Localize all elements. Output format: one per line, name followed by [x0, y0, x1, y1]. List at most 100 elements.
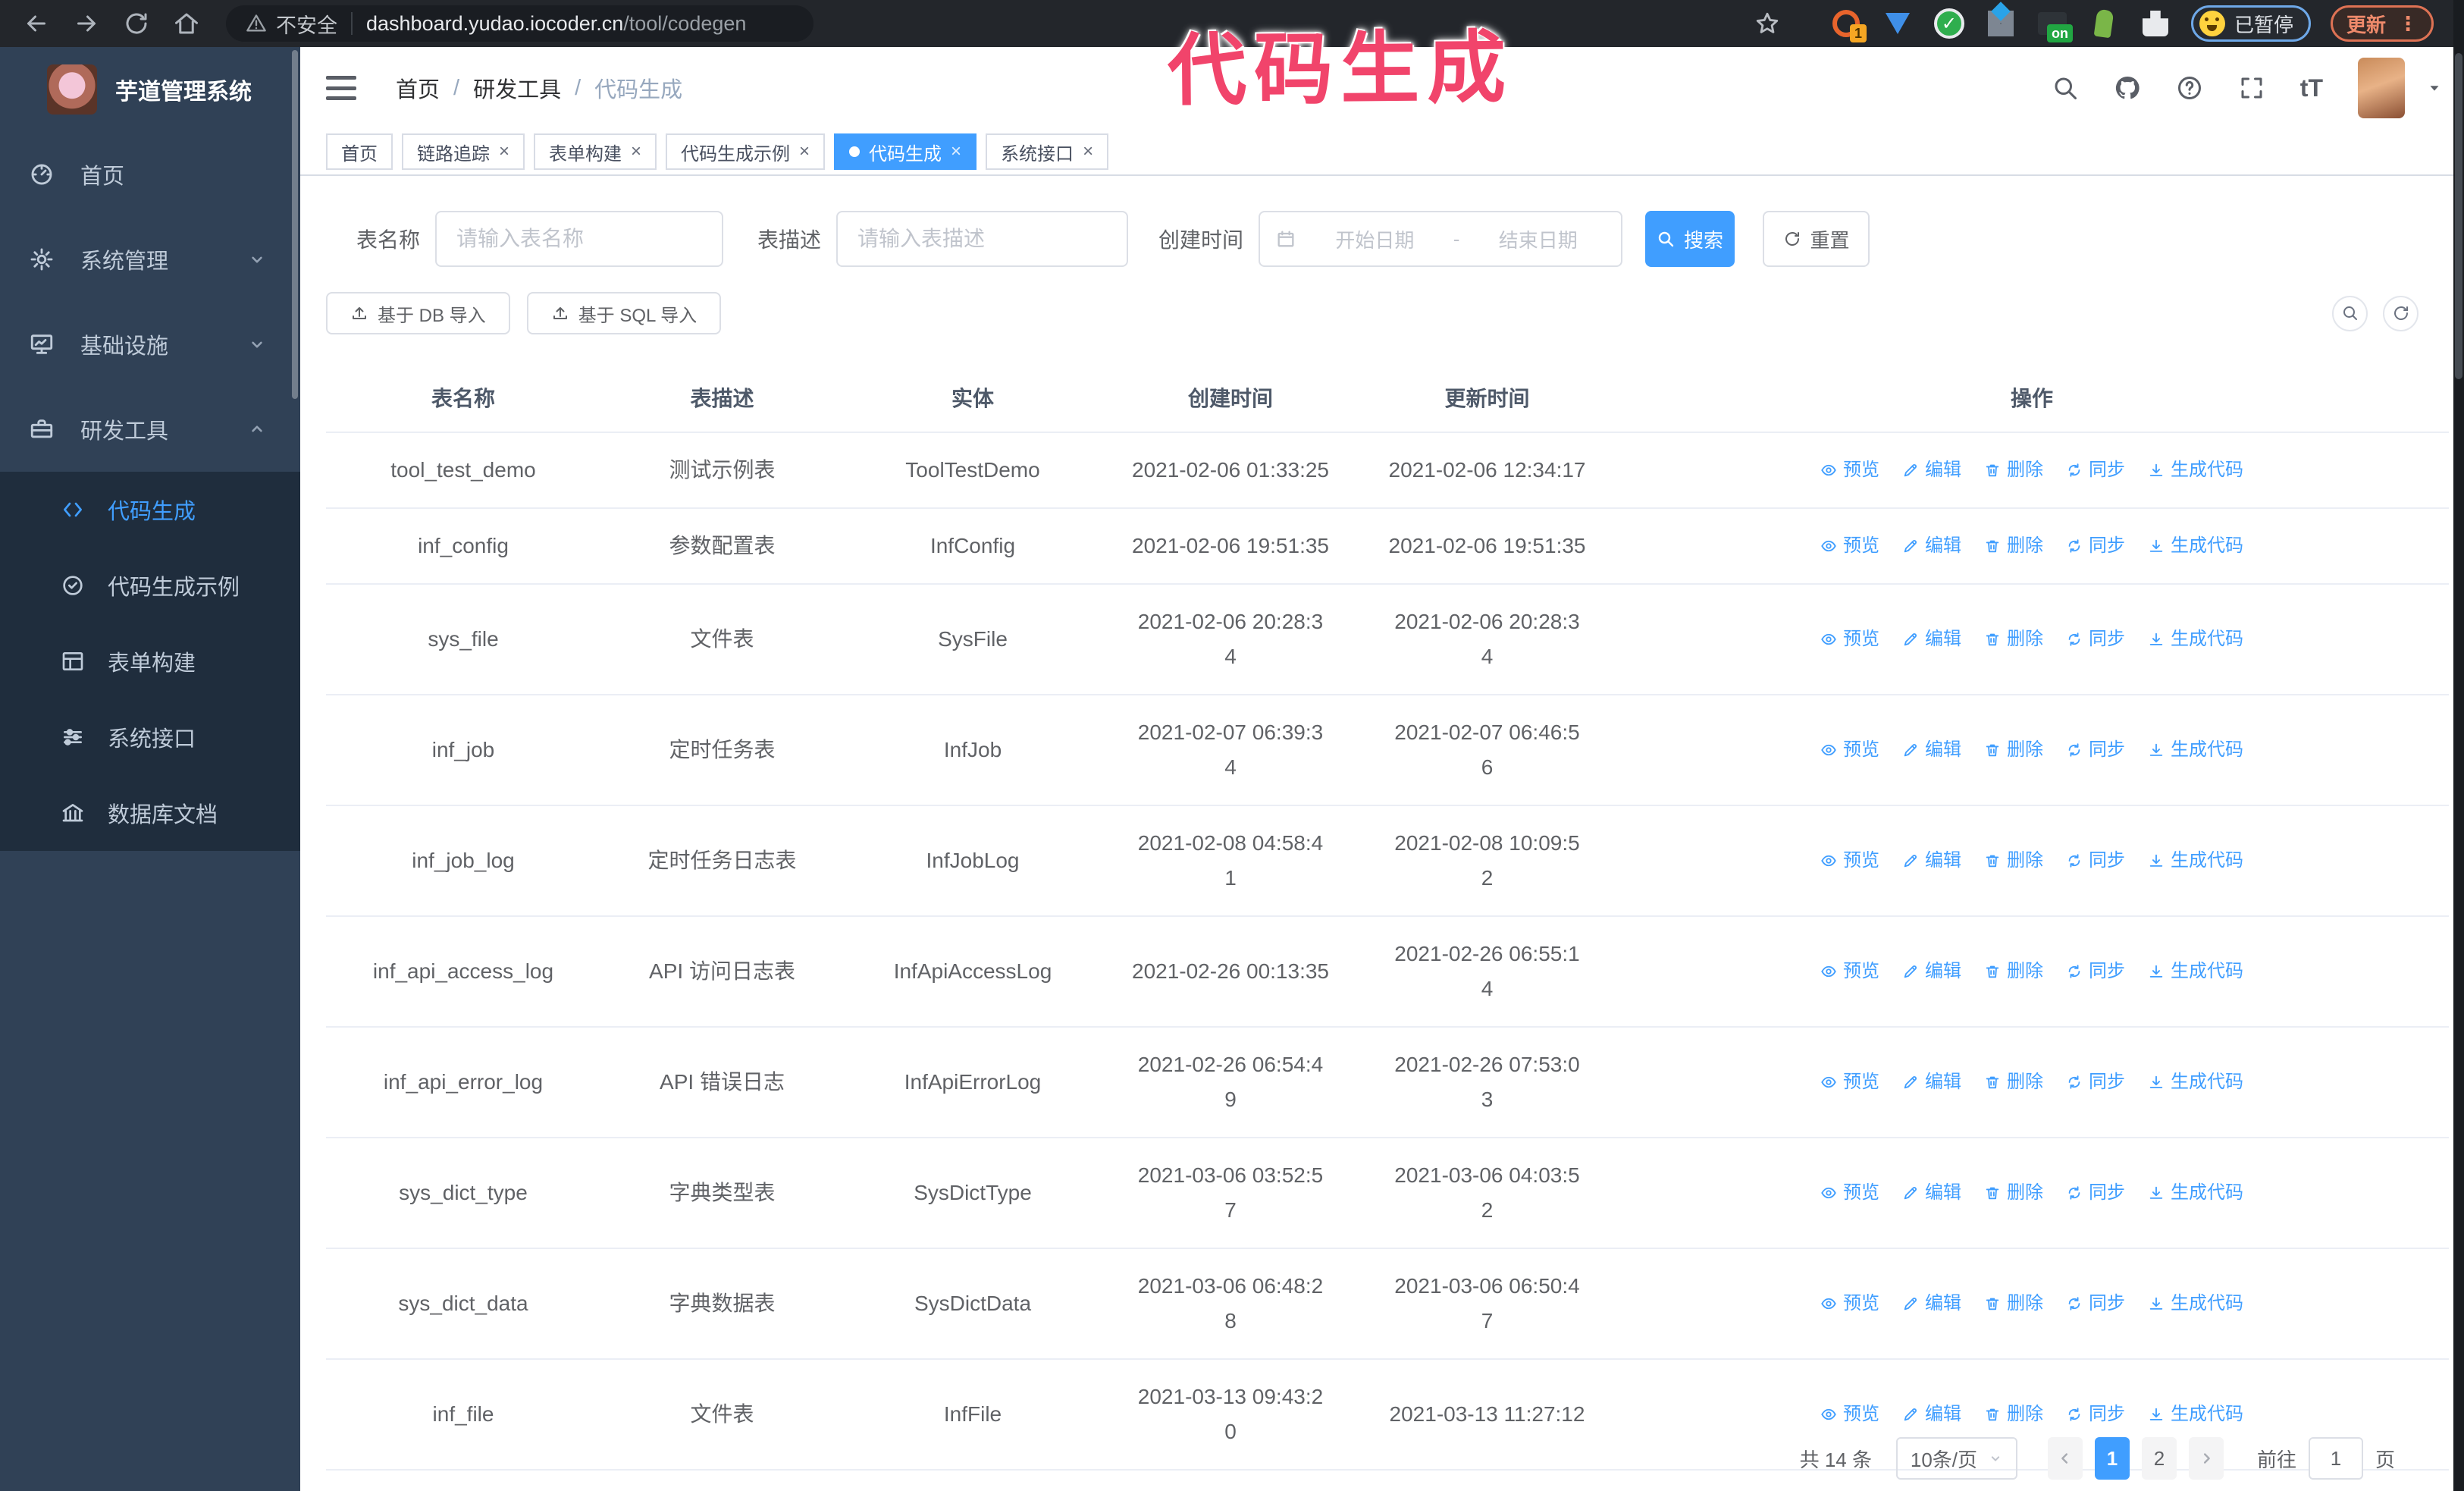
action-pencil[interactable]: 编辑 — [1902, 453, 1961, 488]
action-sync[interactable]: 同步 — [2066, 843, 2125, 878]
browser-reload-icon[interactable] — [123, 10, 150, 37]
action-download[interactable]: 生成代码 — [2148, 954, 2243, 989]
next-page-button[interactable] — [2188, 1437, 2224, 1480]
extension-paused-badge[interactable]: 已暂停 — [2190, 5, 2311, 42]
action-eye[interactable]: 预览 — [1820, 529, 1879, 563]
tab-1[interactable]: 链路追踪 × — [402, 133, 525, 170]
action-pencil[interactable]: 编辑 — [1902, 1397, 1961, 1432]
tab-close-icon[interactable]: × — [631, 143, 641, 161]
address-bar[interactable]: 不安全 dashboard.yudao.iocoder.cn/tool/code… — [226, 5, 813, 42]
action-download[interactable]: 生成代码 — [2148, 1397, 2243, 1432]
grid-diamond-icon[interactable] — [1985, 8, 2017, 39]
action-download[interactable]: 生成代码 — [2148, 1176, 2243, 1210]
action-download[interactable]: 生成代码 — [2148, 622, 2243, 657]
tab-close-icon[interactable]: × — [951, 143, 961, 161]
action-pencil[interactable]: 编辑 — [1902, 733, 1961, 767]
goto-page-input[interactable] — [2308, 1437, 2363, 1480]
bookmark-star-icon[interactable] — [1754, 11, 1780, 36]
table-row[interactable]: inf_job_log 定时任务日志表 InfJobLog 2021-02-08 04… — [326, 806, 2449, 917]
action-eye[interactable]: 预览 — [1820, 1065, 1879, 1100]
action-sync[interactable]: 同步 — [2066, 733, 2125, 767]
action-download[interactable]: 生成代码 — [2148, 1286, 2243, 1321]
action-trash[interactable]: 删除 — [1984, 622, 2043, 657]
tab-close-icon[interactable]: × — [799, 143, 810, 161]
page-button-2[interactable]: 2 — [2141, 1437, 2177, 1480]
action-download[interactable]: 生成代码 — [2148, 843, 2243, 878]
action-download[interactable]: 生成代码 — [2148, 1065, 2243, 1100]
action-pencil[interactable]: 编辑 — [1902, 1065, 1961, 1100]
action-sync[interactable]: 同步 — [2066, 1286, 2125, 1321]
action-sync[interactable]: 同步 — [2066, 529, 2125, 563]
table-row[interactable]: tool_test_demo 测试示例表 ToolTestDemo 2021-02-0… — [326, 433, 2449, 509]
browser-update-button[interactable]: 更新 ⋮ — [2330, 5, 2434, 42]
page-button-1[interactable]: 1 — [2094, 1437, 2130, 1480]
action-trash[interactable]: 删除 — [1984, 1397, 2043, 1432]
sidebar-item-1[interactable]: 系统管理 — [0, 217, 300, 302]
tab-4[interactable]: 代码生成 × — [834, 133, 977, 170]
table-desc-input[interactable] — [836, 211, 1129, 267]
search-button[interactable]: 搜索 — [1645, 211, 1735, 267]
action-eye[interactable]: 预览 — [1820, 843, 1879, 878]
action-eye[interactable]: 预览 — [1820, 1286, 1879, 1321]
action-eye[interactable]: 预览 — [1820, 622, 1879, 657]
table-row[interactable]: inf_api_access_log API 访问日志表 InfApiAccessL… — [326, 917, 2449, 1028]
orange-circle-badge-icon[interactable]: 1 — [1830, 8, 1867, 42]
reset-button[interactable]: 重置 — [1763, 211, 1870, 267]
sidebar-subitem-1[interactable]: 代码生成示例 — [0, 548, 300, 623]
breadcrumb-item-0[interactable]: 首页 — [396, 72, 440, 104]
green-plant-icon[interactable] — [2088, 8, 2120, 39]
action-sync[interactable]: 同步 — [2066, 1065, 2125, 1100]
table-row[interactable]: sys_file 文件表 SysFile 2021-02-06 20:28:3 4 20… — [326, 585, 2449, 695]
import-sql-button[interactable]: 基于 SQL 导入 — [526, 292, 722, 334]
action-sync[interactable]: 同步 — [2066, 954, 2125, 989]
prev-page-button[interactable] — [2047, 1437, 2083, 1480]
import-db-button[interactable]: 基于 DB 导入 — [326, 292, 510, 334]
search-icon[interactable] — [2052, 74, 2079, 102]
action-pencil[interactable]: 编辑 — [1902, 1176, 1961, 1210]
sidebar-subitem-4[interactable]: 数据库文档 — [0, 775, 300, 851]
action-eye[interactable]: 预览 — [1820, 1397, 1879, 1432]
date-end-placeholder[interactable]: 结束日期 — [1470, 225, 1606, 253]
browser-home-icon[interactable] — [173, 10, 200, 37]
github-icon[interactable] — [2114, 74, 2141, 102]
green-check-circle-icon[interactable]: ✓ — [1933, 8, 1965, 39]
action-trash[interactable]: 删除 — [1984, 529, 2043, 563]
user-avatar[interactable] — [2358, 58, 2405, 118]
refresh-table-button[interactable] — [2383, 295, 2419, 331]
action-download[interactable]: 生成代码 — [2148, 529, 2243, 563]
browser-page-scrollbar[interactable] — [2453, 0, 2464, 1491]
fullscreen-icon[interactable] — [2238, 74, 2265, 102]
table-row[interactable]: inf_job 定时任务表 InfJob 2021-02-07 06:39:3 4 20… — [326, 695, 2449, 806]
browser-back-icon[interactable] — [23, 10, 50, 37]
action-pencil[interactable]: 编辑 — [1902, 954, 1961, 989]
date-start-placeholder[interactable]: 开始日期 — [1307, 225, 1443, 253]
tab-3[interactable]: 代码生成示例 × — [666, 133, 826, 170]
action-trash[interactable]: 删除 — [1984, 733, 2043, 767]
font-size-icon[interactable]: tT — [2300, 74, 2323, 102]
dark-on-badge-icon[interactable]: on — [2036, 8, 2073, 42]
tab-5[interactable]: 系统接口 × — [986, 133, 1109, 170]
action-pencil[interactable]: 编辑 — [1902, 529, 1961, 563]
action-eye[interactable]: 预览 — [1820, 453, 1879, 488]
action-trash[interactable]: 删除 — [1984, 1176, 2043, 1210]
action-sync[interactable]: 同步 — [2066, 622, 2125, 657]
blue-gem-icon[interactable] — [1882, 8, 1914, 39]
action-pencil[interactable]: 编辑 — [1902, 1286, 1961, 1321]
action-sync[interactable]: 同步 — [2066, 1176, 2125, 1210]
sidebar-item-0[interactable]: 首页 — [0, 132, 300, 217]
kebab-menu-icon[interactable]: ⋮ — [2398, 12, 2418, 36]
table-row[interactable]: inf_config 参数配置表 InfConfig 2021-02-06 19:51… — [326, 509, 2449, 585]
action-pencil[interactable]: 编辑 — [1902, 622, 1961, 657]
action-trash[interactable]: 删除 — [1984, 954, 2043, 989]
action-sync[interactable]: 同步 — [2066, 453, 2125, 488]
action-pencil[interactable]: 编辑 — [1902, 843, 1961, 878]
action-trash[interactable]: 删除 — [1984, 1065, 2043, 1100]
action-trash[interactable]: 删除 — [1984, 1286, 2043, 1321]
sidebar-item-3[interactable]: 研发工具 — [0, 387, 300, 472]
tab-close-icon[interactable]: × — [499, 143, 509, 161]
date-range-picker[interactable]: 开始日期 - 结束日期 — [1259, 211, 1623, 267]
action-sync[interactable]: 同步 — [2066, 1397, 2125, 1432]
puzzle-piece-icon[interactable] — [2140, 8, 2171, 39]
table-row[interactable]: sys_dict_data 字典数据表 SysDictData 2021-03-06 … — [326, 1249, 2449, 1360]
table-row[interactable]: sys_dict_type 字典类型表 SysDictType 2021-03-06 … — [326, 1138, 2449, 1249]
